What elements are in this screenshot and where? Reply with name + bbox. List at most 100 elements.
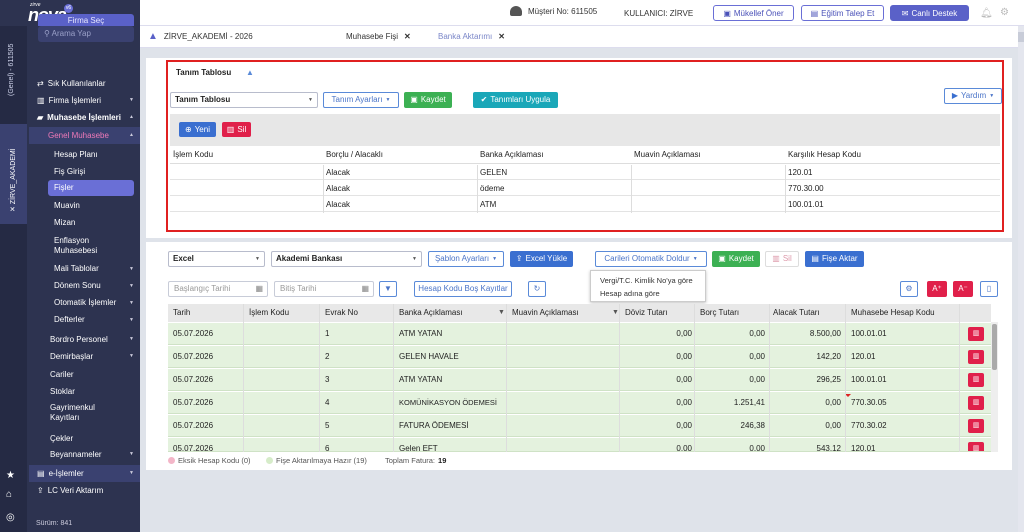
- new-definition-button[interactable]: ⊕ Yeni: [179, 122, 216, 137]
- filter-icon[interactable]: ▼: [612, 309, 619, 316]
- delete-definition-button[interactable]: ▥ Sil: [222, 122, 251, 137]
- bell-icon[interactable]: 🔔︎: [980, 8, 993, 19]
- column-header[interactable]: Banka Açıklaması: [399, 304, 463, 322]
- apply-definitions-button[interactable]: ✔ Tanımları Uygula: [473, 92, 558, 108]
- calendar-icon[interactable]: ▦: [255, 282, 263, 296]
- save-definitions-button[interactable]: ▣ Kaydet: [404, 92, 452, 108]
- bank-select[interactable]: Akademi Bankası ▼: [271, 251, 422, 267]
- table-row[interactable]: Alacak ödeme 770.30.00: [170, 181, 1000, 196]
- tab-banka-aktarimi[interactable]: Banka Aktarımı ✕: [438, 26, 505, 48]
- font-decrease-button[interactable]: A⁻: [953, 281, 973, 297]
- row-delete-button[interactable]: ▥: [968, 419, 984, 433]
- table-row[interactable]: 05.07.2026 1 ATM YATAN 0,00 0,00 8.500,0…: [168, 323, 991, 345]
- column-header[interactable]: Karşılık Hesap Kodu: [788, 146, 861, 164]
- close-icon[interactable]: ✕: [10, 204, 17, 212]
- dropdown-option-tax-id[interactable]: Vergi/T.C. Kimlik No'ya göre: [600, 276, 693, 285]
- sidebar-search[interactable]: ⚲ Arama Yap: [38, 26, 134, 42]
- sidebar-sub-mizan[interactable]: Mizan: [54, 218, 134, 228]
- column-header[interactable]: Muhasebe Hesap Kodu: [851, 304, 935, 322]
- calendar-icon[interactable]: ▦: [361, 282, 369, 296]
- table-row[interactable]: 05.07.2026 5 FATURA ÖDEMESİ 0,00 246,38 …: [168, 415, 991, 437]
- table-row[interactable]: 05.07.2026 4 KOMÜNİKASYON ÖDEMESİ 0,00 1…: [168, 392, 991, 414]
- page-scrollbar[interactable]: [1018, 26, 1024, 532]
- sidebar-item-e-islemler[interactable]: ▤ e-İşlemler ▼: [29, 465, 140, 482]
- column-header[interactable]: Borç Tutarı: [700, 304, 739, 322]
- font-increase-button[interactable]: A⁺: [927, 281, 947, 297]
- column-header[interactable]: Borçlu / Alacaklı: [326, 146, 383, 164]
- sidebar-sub-otomatik[interactable]: Otomatik İşlemler ▼: [54, 298, 134, 308]
- table-scroll-thumb[interactable]: [992, 324, 997, 370]
- row-delete-button[interactable]: ▥: [968, 373, 984, 387]
- tab-muhasebe-fisi[interactable]: Muhasebe Fişi ✕: [346, 26, 411, 48]
- export-button[interactable]: ▯: [980, 281, 998, 297]
- column-header[interactable]: Banka Açıklaması: [480, 146, 544, 164]
- row-delete-button[interactable]: ▥: [968, 327, 984, 341]
- settings-circle-icon[interactable]: ◎: [6, 512, 15, 523]
- sidebar-item-stoklar[interactable]: Stoklar: [29, 383, 140, 400]
- table-row[interactable]: 05.07.2026 6 Gelen EFT 0,00 0,00 543,12 …: [168, 438, 991, 452]
- sidebar-item-lc-veri[interactable]: ⇪ LC Veri Aktarım: [29, 482, 140, 499]
- page-scroll-thumb[interactable]: [1018, 32, 1024, 42]
- sidebar-item-muhasebe[interactable]: ▰ Muhasebe İşlemleri ▲: [29, 109, 140, 126]
- filter-button[interactable]: ▼: [379, 281, 397, 297]
- auto-fill-accounts-button[interactable]: Carileri Otomatik Doldur ▼: [595, 251, 707, 267]
- column-settings-button[interactable]: ⚙: [900, 281, 918, 297]
- empty-account-records-button[interactable]: Hesap Kodu Boş Kayıtlar: [414, 281, 512, 297]
- table-row[interactable]: 05.07.2026 3 ATM YATAN 0,00 0,00 296,25 …: [168, 369, 991, 391]
- sidebar-sub-mali-tablolar[interactable]: Mali Tablolar ▼: [54, 264, 134, 274]
- collapse-caret-icon[interactable]: ▲: [246, 68, 254, 77]
- sidebar-item-genel-muhasebe[interactable]: Genel Muhasebe ▲: [29, 127, 140, 144]
- column-header[interactable]: İşlem Kodu: [173, 146, 213, 164]
- table-row[interactable]: Alacak ATM 100.01.01: [170, 197, 1000, 212]
- sidebar-item-demirbaslar[interactable]: Demirbaşlar ▼: [29, 348, 140, 365]
- start-date-input[interactable]: Başlangıç Tarihi ▦: [168, 281, 268, 297]
- table-row[interactable]: 05.07.2026 2 GELEN HAVALE 0,00 0,00 142,…: [168, 346, 991, 368]
- sidebar-item-firma[interactable]: ▥ Firma İşlemleri ▼: [29, 92, 140, 109]
- sidebar-sub-muavin[interactable]: Muavin: [54, 201, 134, 211]
- column-header[interactable]: Evrak No: [325, 304, 358, 322]
- end-date-input[interactable]: Bitiş Tarihi ▦: [274, 281, 374, 297]
- column-header[interactable]: Muavin Açıklaması: [512, 304, 579, 322]
- row-delete-button[interactable]: ▥: [968, 350, 984, 364]
- sidebar-item-favorites[interactable]: ⇄ Sık Kullanılanlar: [29, 75, 140, 92]
- close-icon[interactable]: ✕: [404, 26, 411, 48]
- definition-table-select[interactable]: Tanım Tablosu ▼: [170, 92, 318, 108]
- star-icon[interactable]: ★: [6, 470, 15, 481]
- egitim-talep-button[interactable]: ▤ Eğitim Talep Et: [801, 5, 884, 21]
- template-settings-button[interactable]: Şablon Ayarları ▼: [428, 251, 504, 267]
- sidebar-item-beyannameler[interactable]: Beyannameler ▼: [29, 446, 140, 463]
- column-header[interactable]: İşlem Kodu: [249, 304, 289, 322]
- sidebar-item-cariler[interactable]: Cariler: [29, 366, 140, 383]
- bank-icon[interactable]: ⌂: [6, 489, 12, 500]
- table-row[interactable]: Alacak GELEN 120.01: [170, 165, 1000, 180]
- help-button[interactable]: ▶ Yardım ▼: [944, 88, 1002, 104]
- firma-sec-button[interactable]: Firma Seç: [38, 14, 134, 26]
- table-scrollbar[interactable]: [991, 322, 998, 452]
- close-icon[interactable]: ✕: [498, 26, 505, 48]
- sidebar-item-bordro[interactable]: Bordro Personel ▼: [29, 331, 140, 348]
- refresh-button[interactable]: ↻: [528, 281, 546, 297]
- sidebar-sub-hesap-plani[interactable]: Hesap Planı: [54, 150, 134, 160]
- save-transactions-button[interactable]: ▣ Kaydet: [712, 251, 760, 267]
- mukellef-oner-button[interactable]: ▣ Mükellef Öner: [713, 5, 794, 21]
- filter-icon[interactable]: ▼: [498, 309, 505, 316]
- file-format-select[interactable]: Excel ▼: [168, 251, 265, 267]
- sidebar-item-cekler[interactable]: Çekler: [29, 430, 140, 447]
- tanim-ayarlari-button[interactable]: Tanım Ayarları ▼: [323, 92, 399, 108]
- sidebar-item-gayrimenkul[interactable]: Gayrimenkul Kayıtları: [50, 403, 120, 423]
- delete-transactions-button[interactable]: ▥ Sil: [765, 251, 799, 267]
- sidebar-sub-donem-sonu[interactable]: Dönem Sonu ▼: [54, 281, 134, 291]
- column-header[interactable]: Tarih: [173, 304, 190, 322]
- row-delete-button[interactable]: ▥: [968, 442, 984, 451]
- canli-destek-button[interactable]: ✉ Canlı Destek: [890, 5, 969, 21]
- column-header[interactable]: Döviz Tutarı: [625, 304, 668, 322]
- sidebar-sub-defterler[interactable]: Defterler ▼: [54, 315, 134, 325]
- transfer-to-voucher-button[interactable]: ▤ Fişe Aktar: [805, 251, 864, 267]
- sidebar-sub-fis-girisi[interactable]: Fiş Girişi: [54, 167, 134, 177]
- column-header[interactable]: Alacak Tutarı: [773, 304, 820, 322]
- column-header[interactable]: Muavin Açıklaması: [634, 146, 701, 164]
- dropdown-option-account-name[interactable]: Hesap adına göre: [600, 289, 660, 298]
- row-delete-button[interactable]: ▥: [968, 396, 984, 410]
- sidebar-sub-enflasyon[interactable]: Enflasyon Muhasebesi: [54, 236, 124, 256]
- excel-upload-button[interactable]: ⇪ Excel Yükle: [510, 251, 573, 267]
